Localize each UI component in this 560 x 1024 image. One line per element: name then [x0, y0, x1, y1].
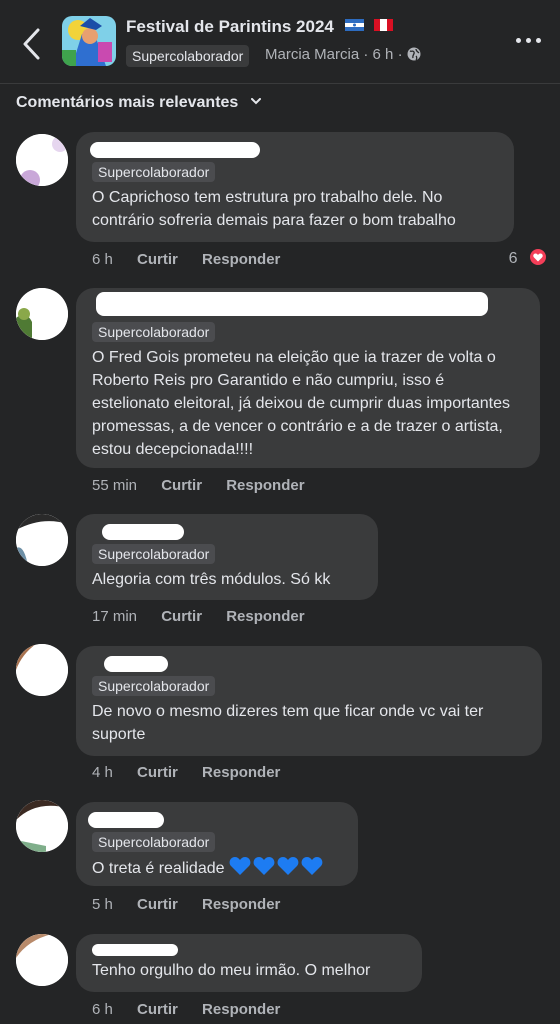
comment-time[interactable]: 55 min — [92, 477, 137, 494]
like-button[interactable]: Curtir — [137, 896, 178, 913]
redacted-commenter-name — [90, 142, 260, 158]
commenter-avatar[interactable] — [16, 800, 68, 852]
reply-button[interactable]: Responder — [202, 251, 280, 268]
like-button[interactable]: Curtir — [161, 608, 202, 625]
like-button[interactable]: Curtir — [161, 477, 202, 494]
globe-icon — [407, 47, 421, 61]
comment-text: De novo o mesmo dizeres tem que ficar on… — [92, 703, 484, 743]
commenter-badge: Supercolaborador — [92, 832, 216, 852]
post-time[interactable]: 6 h — [373, 46, 394, 63]
comment-time[interactable]: 6 h — [92, 251, 113, 268]
commenter-badge: Supercolaborador — [92, 162, 216, 182]
comment-actions: 55 min Curtir Responder — [92, 477, 325, 494]
commenter-avatar[interactable] — [16, 934, 68, 986]
group-avatar[interactable] — [62, 16, 116, 66]
post-meta: Marcia Marcia · 6 h · — [265, 46, 421, 63]
comment-text: O Caprichoso tem estrutura pro trabalho … — [92, 189, 456, 229]
redacted-commenter-name — [104, 656, 168, 672]
commenter-badge: Supercolaborador — [92, 544, 216, 564]
comment-actions: 4 h Curtir Responder — [92, 764, 300, 781]
like-button[interactable]: Curtir — [137, 1001, 178, 1018]
reply-button[interactable]: Responder — [226, 608, 304, 625]
comment-actions: 6 h Curtir Responder — [92, 1001, 300, 1018]
reply-button[interactable]: Responder — [226, 477, 304, 494]
comment-text: Tenho orgulho do meu irmão. O melhor — [92, 962, 371, 979]
comment-text: Alegoria com três módulos. Só kk — [92, 571, 331, 588]
like-button[interactable]: Curtir — [137, 764, 178, 781]
commenter-badge: Supercolaborador — [92, 676, 216, 696]
post-header: Festival de Parintins 2024 Supercolabora… — [0, 0, 560, 84]
author-badge: Supercolaborador — [126, 45, 250, 67]
flag-amazonas-icon — [344, 16, 364, 31]
reply-button[interactable]: Responder — [202, 764, 280, 781]
chevron-down-icon — [250, 96, 261, 108]
commenter-avatar[interactable] — [16, 288, 68, 340]
redacted-commenter-name — [92, 944, 178, 956]
blue-heart-emoji — [229, 856, 325, 883]
comment-bubble[interactable]: Supercolaborador De novo o mesmo dizeres… — [76, 646, 542, 756]
comment-sort-dropdown[interactable]: Comentários mais relevantes — [16, 94, 261, 112]
comment-text: O Fred Gois prometeu na eleição que ia t… — [92, 349, 511, 458]
commenter-avatar[interactable] — [16, 134, 68, 186]
comment-time[interactable]: 17 min — [92, 608, 137, 625]
redacted-commenter-name — [96, 292, 488, 316]
comment-time[interactable]: 6 h — [92, 1001, 113, 1018]
comment-text: O treta é realidade — [92, 856, 342, 883]
comment-actions: 6 h Curtir Responder — [92, 251, 300, 268]
reply-button[interactable]: Responder — [202, 1001, 280, 1018]
reply-button[interactable]: Responder — [202, 896, 280, 913]
author-name[interactable]: Marcia Marcia — [265, 46, 359, 63]
reaction-summary[interactable]: 6 — [509, 247, 548, 268]
comment-bubble[interactable]: Supercolaborador O Fred Gois prometeu na… — [76, 288, 540, 468]
comment-time[interactable]: 4 h — [92, 764, 113, 781]
comment-bubble[interactable]: Supercolaborador Alegoria com três módul… — [76, 514, 378, 600]
commenter-badge: Supercolaborador — [92, 322, 216, 342]
commenter-avatar[interactable] — [16, 644, 68, 696]
comment-actions: 17 min Curtir Responder — [92, 608, 325, 625]
comment-bubble[interactable]: Supercolaborador O Caprichoso tem estrut… — [76, 132, 514, 242]
flag-peru-icon — [374, 16, 394, 31]
commenter-avatar[interactable] — [16, 514, 68, 566]
back-arrow-icon[interactable] — [14, 24, 50, 64]
redacted-commenter-name — [88, 812, 164, 828]
more-options-icon[interactable] — [514, 30, 544, 50]
heart-reaction-icon — [528, 247, 548, 267]
redacted-commenter-name — [102, 524, 184, 540]
comment-time[interactable]: 5 h — [92, 896, 113, 913]
comment-actions: 5 h Curtir Responder — [92, 896, 300, 913]
comment-bubble[interactable]: Supercolaborador O treta é realidade — [76, 802, 358, 886]
reaction-count: 6 — [508, 250, 518, 267]
comment-bubble[interactable]: Tenho orgulho do meu irmão. O melhor — [76, 934, 422, 992]
group-title[interactable]: Festival de Parintins 2024 — [126, 16, 394, 37]
like-button[interactable]: Curtir — [137, 251, 178, 268]
